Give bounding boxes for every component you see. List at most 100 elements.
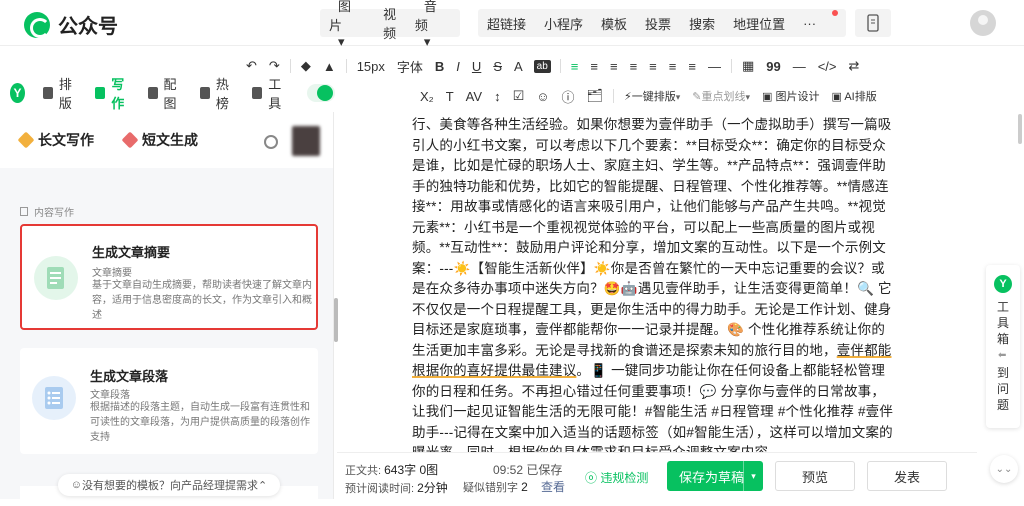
tab-tools[interactable]: 工具 [252,74,286,112]
align-center-button[interactable]: ≡ [584,59,604,74]
insert-audio-menu[interactable]: 音频▾ [406,0,460,50]
insert-tools-group: 超链接 小程序 模板 投票 搜索 地理位置 ··· [478,9,846,37]
font-color-button[interactable]: A [508,59,529,74]
sidebar-toggle[interactable] [306,84,335,102]
vote-button[interactable]: 投票 [636,14,680,33]
list-button[interactable]: ≡ [682,59,702,74]
read-time: 预计阅读时间: 2分钟 [345,481,448,495]
text-style-button[interactable]: T [440,89,460,104]
app-logo[interactable]: 公众号 [24,10,118,39]
bold-button[interactable]: B [429,59,450,74]
blurred-avatar [292,126,320,156]
card-title: 生成文章段落 [90,369,169,384]
card-generate-summary[interactable]: 生成文章摘要 文章摘要 基于文章自动生成摘要，帮助读者快速了解文章内容，适用于信… [20,224,318,330]
strikethrough-button[interactable]: S [487,59,508,74]
tab-layout[interactable]: 排版 [42,74,77,112]
article-editor[interactable]: 行、美食等各种生活经验。如果你想要为壹伴助手（一个虚拟助手）撰写一篇吸引人的小红… [412,115,895,464]
yiban-logo-icon[interactable]: Y [10,83,25,103]
side-tabs: Y 排版 写作 配图 热榜 工具 [0,77,335,111]
tools-icon [252,87,263,99]
toolbar-divider [559,59,561,73]
key-underline-button[interactable]: ✎重点划线▾ [686,88,756,104]
italic-button[interactable]: I [450,59,466,74]
clear-format-button[interactable]: ◆ [295,58,317,74]
top-bar: 公众号 图片▾ 视频 音频▾ 超链接 小程序 模板 投票 搜索 地理位置 ··· [0,0,1024,49]
briefcase-button[interactable]: 🗂 [581,88,610,104]
ai-layout-button[interactable]: ▣ AI排版 [826,88,883,104]
back-arrow-icon: ⬅ [998,350,1007,361]
writing-mode-header: 长文写作 短文生成 [0,112,333,168]
save-draft-button[interactable]: 保存为草稿 ▾ [667,461,763,491]
horizontal-rule-button[interactable]: — [787,59,812,74]
picture-icon: ▣ [762,91,776,103]
typo-count: 疑似错别字 2 [463,480,528,494]
table-button[interactable]: ▦ [736,58,760,74]
insert-image-menu[interactable]: 图片▾ [320,0,374,50]
publish-button[interactable]: 发表 [867,461,947,491]
card-description: 根据描述的段落主题，自动生成一段富有连贯性和可读性的文章段落，为用户提供高质量的… [90,402,310,443]
template-button[interactable]: 模板 [592,14,636,33]
more-button[interactable]: ··· [794,16,825,31]
user-avatar[interactable] [970,10,996,36]
view-typos-link[interactable]: 查看 [541,478,565,495]
quote-button[interactable]: 99 [760,59,786,74]
compliance-check-button[interactable]: ⓞ 违规检测 [585,469,648,486]
save-status: 09:52 已保存 [493,463,563,477]
document-icon [20,207,28,216]
info-button[interactable]: ⓘ [556,87,581,106]
font-family-select[interactable]: 字体 [391,57,429,76]
card-generate-paragraph[interactable]: 生成文章段落 文章段落 根据描述的段落主题，自动生成一段富有连贯性和可读性的文章… [20,348,318,454]
location-button[interactable]: 地理位置 [724,14,794,33]
scroll-down-icon[interactable]: ⌄⌄ [990,455,1018,483]
subscript-button[interactable]: X₂ [414,89,440,104]
line-height-button[interactable]: ≡ [663,59,683,74]
floating-toolbox[interactable]: Y 工具箱 ⬅ 到问题 [986,265,1020,428]
card-subtitle: 文章段落 [90,390,130,401]
hyperlink-button[interactable]: 超链接 [478,14,535,33]
wechat-logo-icon [24,11,50,38]
save-options-dropdown[interactable]: ▾ [743,461,763,491]
tab-images[interactable]: 配图 [147,74,182,112]
summary-icon [34,256,78,300]
shield-check-icon: ⓞ [585,471,601,485]
format-toolbar-row2: X₂ T AV ↕ ☑ ☺ ⓘ 🗂 ⚡一键排版▾ ✎重点划线▾ ▣ 图片设计 ▣… [414,82,883,110]
back-to-issue-link[interactable]: 到问题 [997,365,1011,413]
align-left-button[interactable]: ≡ [565,59,585,74]
tab-trending[interactable]: 热榜 [199,74,234,112]
word-count: 正文共: 643字 0图 [345,463,439,477]
expand-button[interactable]: ⇄ [843,58,866,74]
divider-button[interactable]: — [702,59,727,74]
image-design-button[interactable]: ▣ 图片设计 [756,88,825,104]
underline-button[interactable]: U [466,59,487,74]
letter-spacing-button[interactable]: AV [460,89,488,104]
highlight-color-button[interactable]: ab [533,59,551,73]
long-article-mode[interactable]: 长文写作 [17,130,94,150]
justify-button[interactable]: ≡ [624,59,644,74]
toolbar-divider [730,59,732,73]
search-button[interactable]: 搜索 [680,14,724,33]
align-right-button[interactable]: ≡ [604,59,624,74]
one-click-layout-button[interactable]: ⚡一键排版▾ [618,88,686,104]
code-button[interactable]: </> [812,59,843,74]
page-scrollbar[interactable] [1018,114,1022,144]
short-article-mode[interactable]: 短文生成 [121,130,198,150]
phone-icon [867,14,879,32]
redo-button[interactable]: ↷ [263,58,286,74]
tab-writing[interactable]: 写作 [95,74,129,112]
indent-button[interactable]: ≡ [643,59,663,74]
format-toolbar-row1: ↶ ↷ ◆ ▲ 15px 字体 B I U S A ab ≡ ≡ ≡ ≡ ≡ ≡… [240,52,865,80]
card-description: 基于文章自动生成摘要，帮助读者快速了解文章内容，适用于信息密度高的长文，作为文章… [92,280,312,321]
paragraph-spacing-button[interactable]: ↕ [488,89,507,104]
undo-button[interactable]: ↶ [240,58,263,74]
phone-preview-button[interactable] [855,9,891,37]
font-size-select[interactable]: 15px [351,59,391,74]
history-icon[interactable] [264,135,278,149]
insert-video-button[interactable]: 视频 [374,4,406,42]
preview-button[interactable]: 预览 [775,461,855,491]
feedback-link[interactable]: ☺ 没有想要的模板？向产品经理提需求 ⌃ [58,474,280,496]
mini-program-button[interactable]: 小程序 [535,14,592,33]
format-painter-button[interactable]: ▲ [317,59,342,74]
sidebar-scrollbar[interactable] [334,298,338,342]
checkbox-button[interactable]: ☑ [507,88,531,104]
emoji-button[interactable]: ☺ [530,89,555,104]
